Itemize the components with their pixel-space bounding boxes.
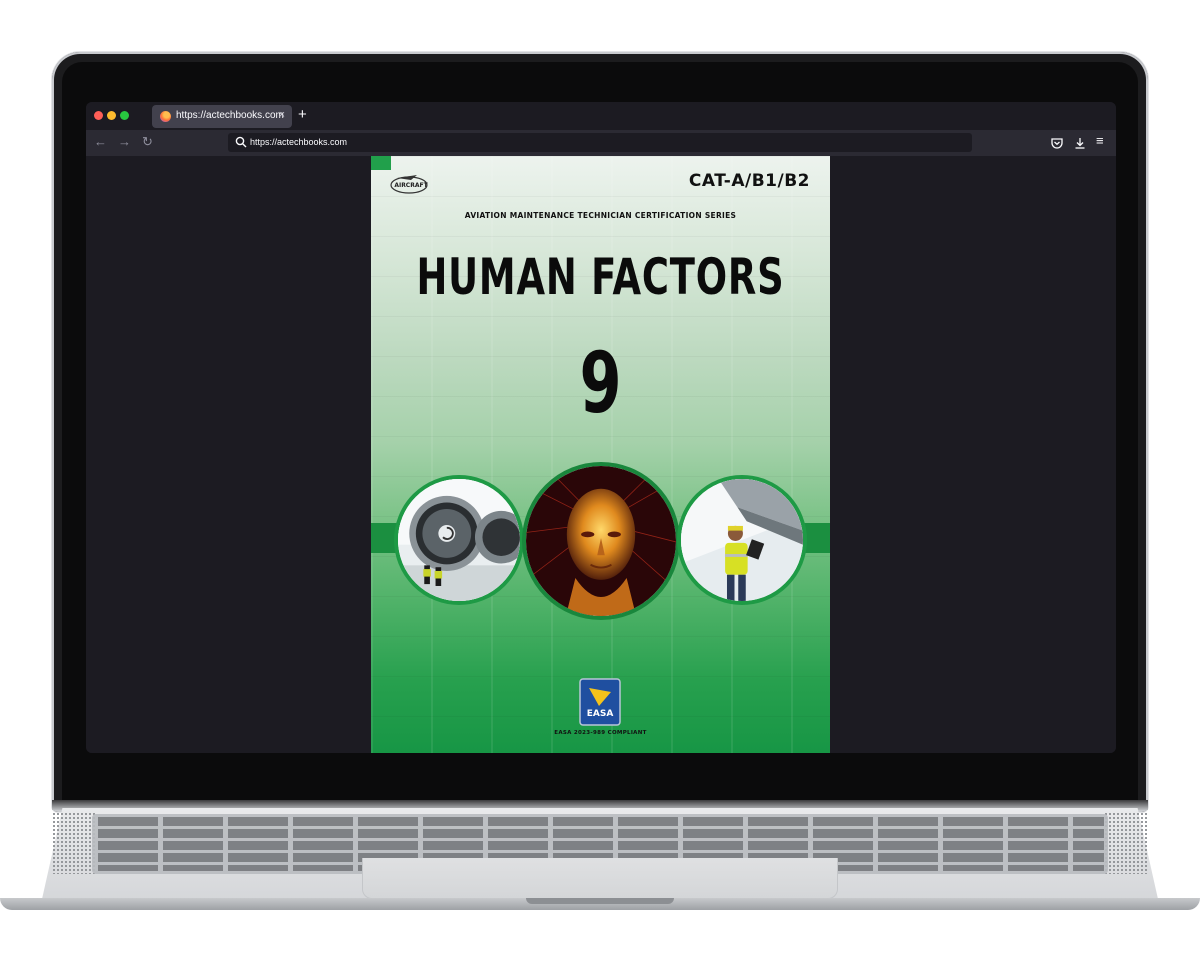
speaker-grille-right xyxy=(1104,812,1148,874)
pocket-icon[interactable] xyxy=(1050,136,1064,150)
back-button[interactable]: ← xyxy=(94,134,107,149)
category-label: CAT-A/B1/B2 xyxy=(688,171,810,191)
tab-title: https://actechbooks.com xyxy=(176,110,284,121)
forward-button[interactable]: → xyxy=(118,134,131,149)
tab-actechbooks[interactable]: https://actechbooks.com × xyxy=(152,105,292,128)
firefox-favicon-icon xyxy=(160,111,171,122)
technician-photo xyxy=(677,475,807,605)
trackpad xyxy=(362,858,838,899)
close-tab-icon[interactable]: × xyxy=(279,109,285,121)
reload-button[interactable]: ↻ xyxy=(142,134,153,150)
laptop-base xyxy=(0,800,1200,910)
logo-text: AIRCRAFT xyxy=(394,182,428,189)
new-tab-button[interactable]: + xyxy=(298,106,307,123)
book-cover: AIRCRAFT CAT-A/B1/B2 AVIATION MAINTENANC… xyxy=(371,156,830,753)
hangar-background-image xyxy=(371,156,830,753)
series-label: AVIATION MAINTENANCE TECHNICIAN CERTIFIC… xyxy=(464,211,737,220)
minimize-window-button[interactable] xyxy=(107,111,116,120)
speaker-grille-left xyxy=(52,812,96,874)
jet-engine-photo xyxy=(394,475,524,605)
menu-icon[interactable]: ≡ xyxy=(1096,133,1104,148)
badge-text: EASA xyxy=(587,709,614,719)
compliance-label: EASA 2023-989 COMPLIANT xyxy=(554,730,647,736)
module-number: 9 xyxy=(579,334,622,432)
tab-bar: https://actechbooks.com × + xyxy=(86,102,1116,130)
download-icon[interactable] xyxy=(1073,136,1087,150)
browser-window: https://actechbooks.com × + ← → ↻ ≡ xyxy=(86,102,1116,753)
url-input[interactable] xyxy=(250,134,950,150)
close-window-button[interactable] xyxy=(94,111,103,120)
laptop-notch xyxy=(526,898,674,904)
publisher-logo: AIRCRAFT xyxy=(390,175,429,194)
digital-head-photo xyxy=(522,462,680,620)
book-title: HUMAN FACTORS xyxy=(416,248,785,306)
easa-badge-icon: EASA xyxy=(579,678,621,726)
address-bar[interactable] xyxy=(228,133,972,152)
search-icon xyxy=(235,136,247,148)
page-viewport: AIRCRAFT CAT-A/B1/B2 AVIATION MAINTENANC… xyxy=(86,156,1116,753)
nav-toolbar: ← → ↻ ≡ xyxy=(86,130,1116,156)
cover-corner-accent xyxy=(371,156,391,170)
zoom-window-button[interactable] xyxy=(120,111,129,120)
